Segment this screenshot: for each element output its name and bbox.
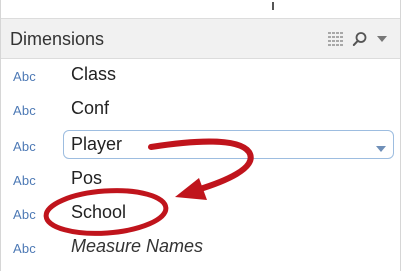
string-type-icon: Abc	[13, 173, 37, 188]
resize-tick	[272, 2, 274, 10]
field-row-class[interactable]: Abc Class	[1, 60, 400, 90]
field-row-pos[interactable]: Abc Pos	[1, 164, 400, 194]
string-type-icon: Abc	[13, 241, 37, 256]
section-title: Dimensions	[10, 29, 105, 49]
header-tools	[328, 31, 388, 47]
search-icon[interactable]	[352, 31, 368, 47]
field-name: Class	[71, 64, 117, 84]
string-type-icon: Abc	[13, 207, 37, 222]
field-row-school[interactable]: Abc School	[1, 198, 400, 228]
top-strip	[1, 0, 400, 18]
string-type-icon: Abc	[13, 69, 37, 84]
chevron-down-icon[interactable]	[375, 141, 387, 159]
list-view-icon[interactable]	[328, 32, 344, 46]
string-type-icon: Abc	[13, 139, 37, 154]
data-pane: Dimensions Abc Class Abc Conf Abc Player…	[0, 0, 401, 271]
field-name: Conf	[71, 98, 110, 118]
field-row-measure-names[interactable]: Abc Measure Names	[1, 232, 400, 262]
field-name: Player	[71, 134, 123, 154]
field-name: School	[71, 202, 127, 222]
field-row-conf[interactable]: Abc Conf	[1, 94, 400, 124]
field-name: Measure Names	[71, 236, 204, 256]
chevron-down-icon[interactable]	[376, 34, 388, 44]
field-name: Pos	[71, 168, 103, 188]
field-row-player[interactable]: Abc Player	[1, 130, 400, 160]
string-type-icon: Abc	[13, 103, 37, 118]
dimensions-header: Dimensions	[1, 18, 400, 59]
